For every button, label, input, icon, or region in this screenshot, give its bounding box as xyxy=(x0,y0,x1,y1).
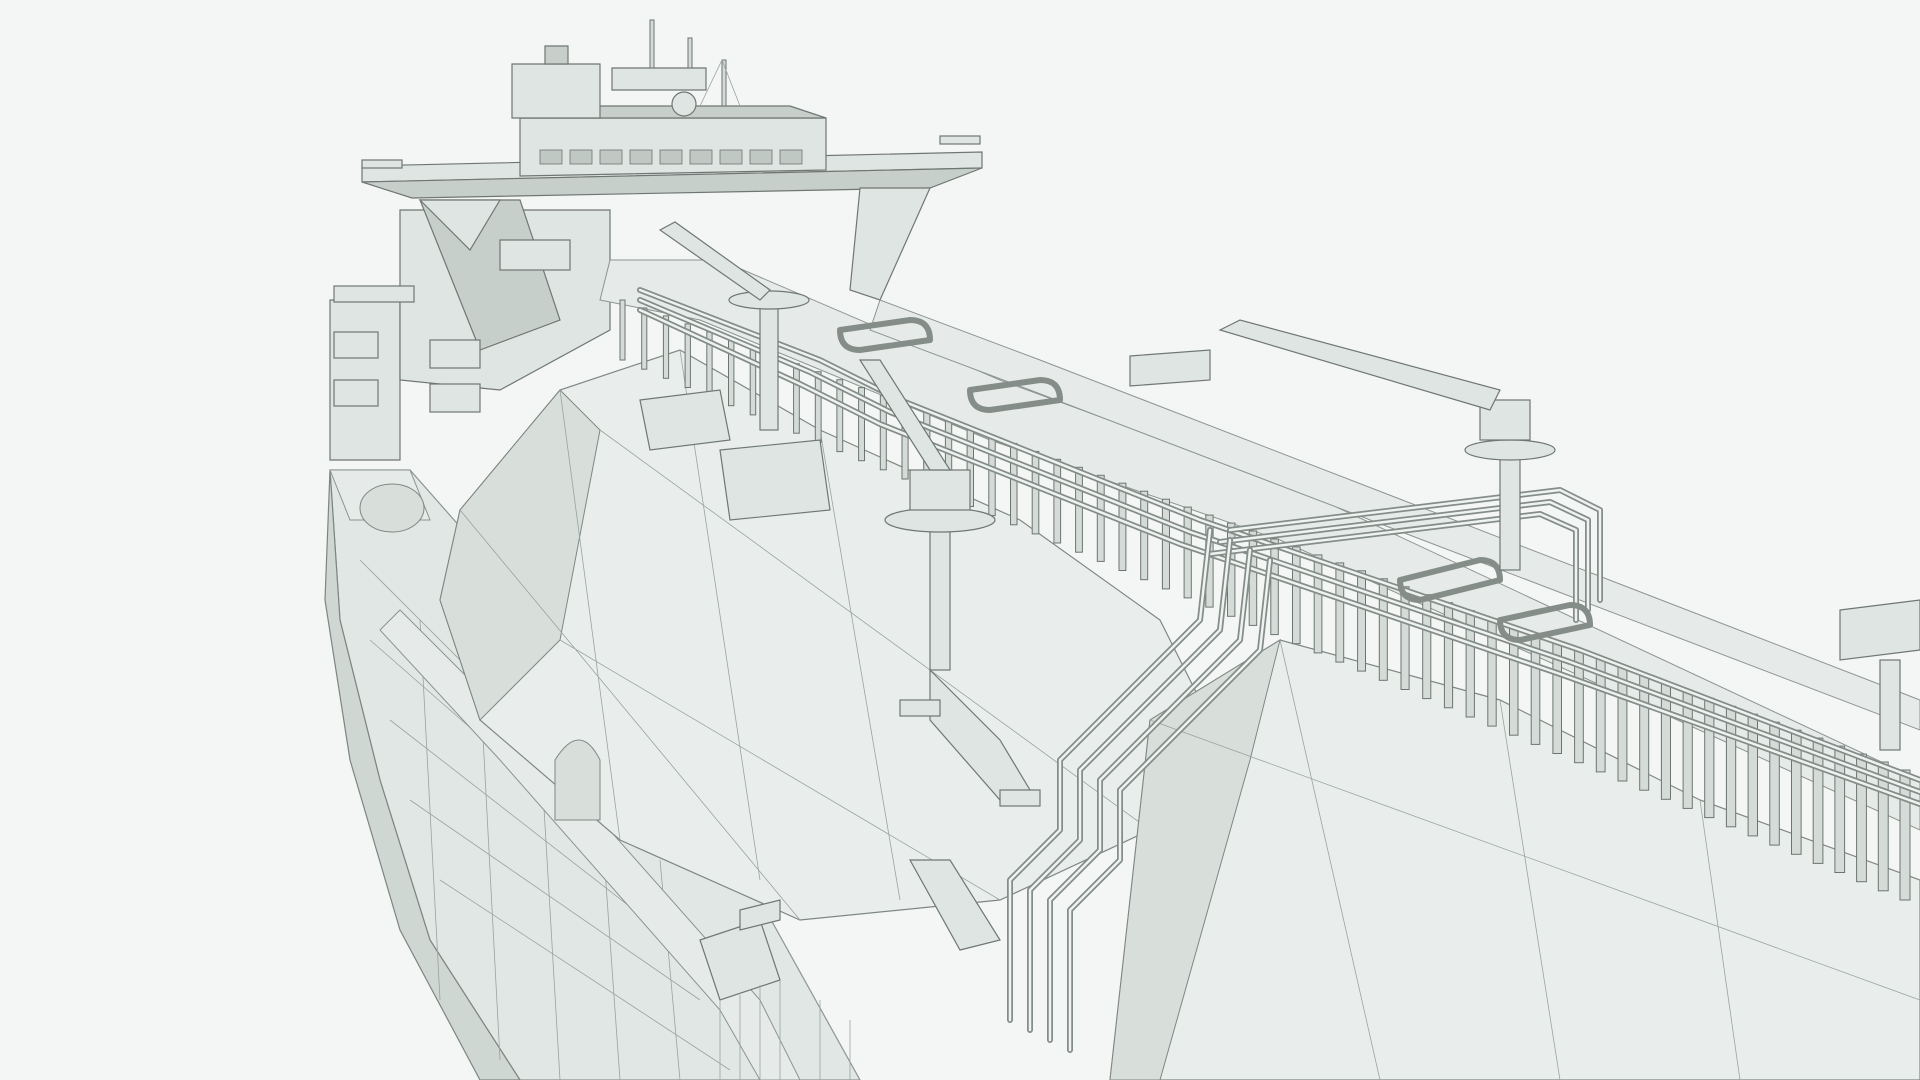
deck-support-post xyxy=(749,347,757,416)
ship-model-render xyxy=(324,19,1920,1080)
deck-support-post xyxy=(1270,538,1279,636)
deck-support-post xyxy=(1075,466,1083,553)
deck-support-post xyxy=(1335,562,1345,663)
deck-support-post xyxy=(1118,482,1127,572)
deck-support-post xyxy=(1357,570,1366,672)
deck-support-post xyxy=(1010,442,1018,526)
deck-support-post xyxy=(793,363,800,434)
deck-support-post xyxy=(1031,450,1040,535)
deck-support-post xyxy=(1183,506,1192,599)
render-viewport xyxy=(0,0,1920,1080)
deck-support-post xyxy=(1161,498,1171,590)
deck-support-post xyxy=(814,371,822,443)
deck-support-post xyxy=(619,299,626,361)
deck-support-post xyxy=(1313,554,1323,654)
deck-support-post xyxy=(1053,458,1062,544)
deck-support-post xyxy=(1140,490,1149,581)
deck-support-post xyxy=(1292,546,1301,645)
deck-support-post xyxy=(1096,474,1105,562)
deck-support-post xyxy=(1248,530,1258,626)
deck-support-post xyxy=(641,307,648,370)
deck-support-post xyxy=(988,434,996,517)
